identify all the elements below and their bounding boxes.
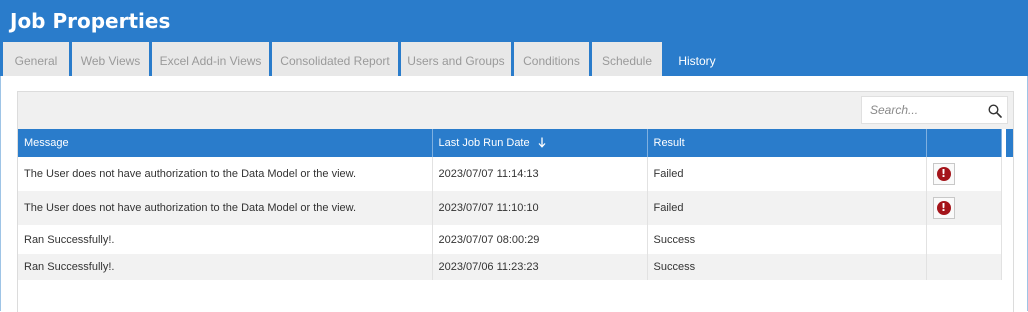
arrow-down-icon[interactable] — [538, 137, 546, 148]
column-header-label: Result — [653, 137, 685, 149]
cell-date: 2023/07/07 11:14:13 — [432, 157, 648, 191]
tab-general[interactable]: General — [3, 42, 69, 76]
error-icon: ! — [936, 200, 951, 215]
table-row[interactable]: The User does not have authorization to … — [18, 157, 1002, 191]
cell-message: The User does not have authorization to … — [18, 157, 433, 191]
search-box[interactable] — [861, 96, 1008, 124]
cell-date: 2023/07/06 11:23:23 — [432, 254, 648, 280]
tab-conditions[interactable]: Conditions — [514, 42, 589, 76]
cell-date: 2023/07/07 08:00:29 — [432, 225, 648, 254]
tab-schedule[interactable]: Schedule — [592, 42, 662, 76]
history-panel: Message Last Job Run Date Result The Use… — [17, 91, 1014, 312]
cell-action: ! — [926, 157, 1002, 191]
table-row[interactable]: Ran Successfully!. 2023/07/07 08:00:29 S… — [18, 225, 1002, 254]
column-header-label: Message — [24, 137, 69, 149]
table-row[interactable]: The User does not have authorization to … — [18, 191, 1002, 225]
tab-users-and-groups[interactable]: Users and Groups — [401, 42, 511, 76]
cell-action: ! — [926, 191, 1002, 225]
column-header-message[interactable]: Message — [18, 129, 433, 157]
history-content: Message Last Job Run Date Result The Use… — [0, 76, 1028, 312]
column-header-label: Last Job Run Date — [438, 137, 530, 149]
column-header-result[interactable]: Result — [647, 129, 927, 157]
window-title: Job Properties — [10, 9, 171, 33]
error-details-button[interactable]: ! — [932, 196, 955, 219]
error-icon: ! — [936, 166, 951, 181]
search-icon[interactable] — [988, 104, 1002, 118]
column-header-actions — [926, 129, 1002, 157]
history-table: Message Last Job Run Date Result The Use… — [18, 129, 1002, 280]
tab-consolidated-report[interactable]: Consolidated Report — [272, 42, 398, 76]
cell-result: Success — [647, 254, 927, 280]
cell-message: Ran Successfully!. — [18, 254, 433, 280]
tab-web-views[interactable]: Web Views — [72, 42, 149, 76]
tab-excel-add-in-views[interactable]: Excel Add-in Views — [152, 42, 269, 76]
column-header-last-job-run-date[interactable]: Last Job Run Date — [432, 129, 648, 157]
cell-message: Ran Successfully!. — [18, 225, 433, 254]
error-details-button[interactable]: ! — [932, 162, 955, 185]
cell-message: The User does not have authorization to … — [18, 191, 433, 225]
cell-result: Failed — [647, 191, 927, 225]
table-row[interactable]: Ran Successfully!. 2023/07/06 11:23:23 S… — [18, 254, 1002, 280]
cell-date: 2023/07/07 11:10:10 — [432, 191, 648, 225]
tab-history[interactable]: History — [663, 42, 731, 76]
search-input[interactable] — [870, 101, 980, 119]
table-header-row: Message Last Job Run Date Result — [18, 129, 1002, 157]
grid-toolbar — [18, 92, 1013, 129]
window-header: Job Properties General Web Views Excel A… — [0, 0, 1028, 76]
header-scrollbar-gutter — [1006, 129, 1013, 157]
cell-action — [926, 254, 1002, 280]
cell-result: Failed — [647, 157, 927, 191]
cell-result: Success — [647, 225, 927, 254]
cell-action — [926, 225, 1002, 254]
